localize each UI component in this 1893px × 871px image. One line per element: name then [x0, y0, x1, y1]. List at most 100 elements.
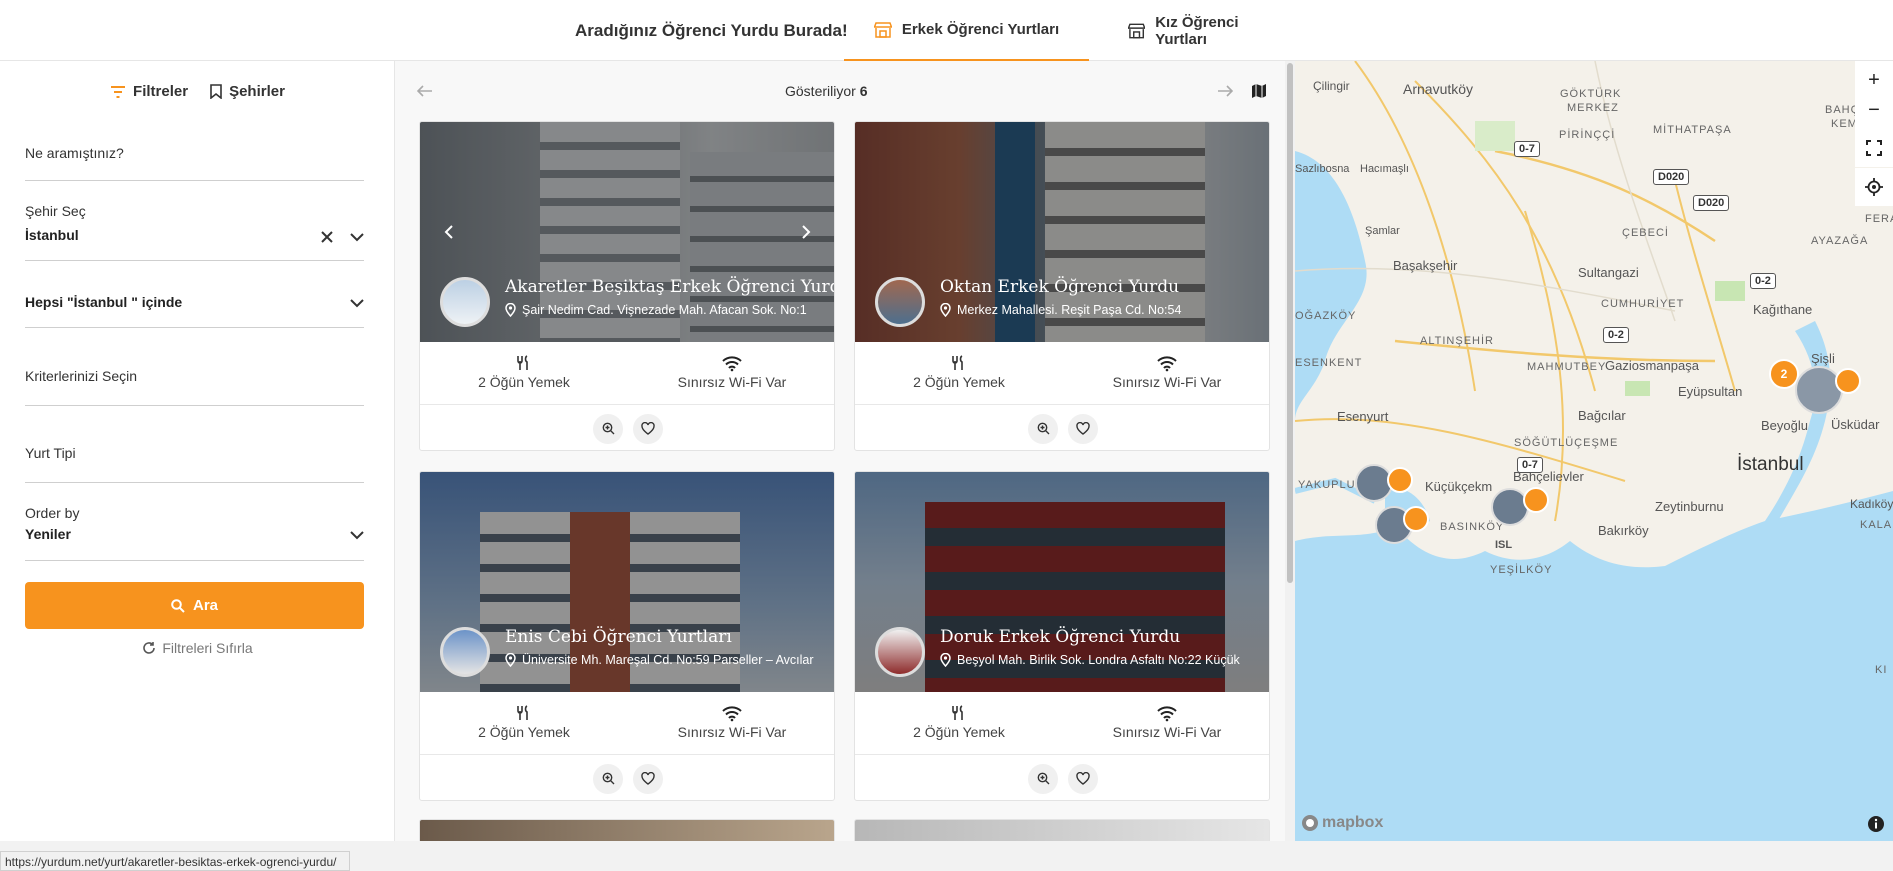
meal-feature-label: 2 Öğün Yemek [478, 374, 570, 390]
sidebar-tab-cities[interactable]: Şehirler [210, 83, 285, 100]
map-label: ESENKENT [1295, 357, 1363, 369]
utensils-icon [517, 705, 528, 720]
listing-panel: Gösteriliyor 6 Akaretler Beşiktaş Erkek … [395, 61, 1295, 841]
district-select[interactable]: Hepsi "İstanbul " içinde [25, 281, 364, 328]
zoom-button[interactable] [593, 413, 623, 444]
map-panel[interactable]: Çilingir Arnavutköy GÖKTÜRK MERKEZ BAHÇE… [1295, 61, 1893, 841]
map-label: İstanbul [1737, 454, 1804, 475]
reset-filters-link[interactable]: Filtreleri Sıfırla [0, 640, 395, 656]
wifi-feature-label: Sınırsız Wi-Fi Var [677, 374, 787, 390]
chevron-down-icon[interactable] [350, 232, 364, 242]
location-pin-icon [940, 653, 951, 667]
wifi-feature-label: Sınırsız Wi-Fi Var [1112, 374, 1222, 390]
dorm-card[interactable]: Akaretler Beşiktaş Erkek Öğrenci Yurdu Ş… [419, 121, 835, 451]
chevron-right-icon[interactable] [795, 222, 815, 242]
fullscreen-button[interactable] [1855, 129, 1893, 167]
zoom-button[interactable] [1028, 413, 1058, 444]
dorm-card[interactable]: Oktan Erkek Öğrenci Yurdu Merkez Mahalle… [854, 121, 1270, 451]
listing-scrollbar[interactable] [1285, 61, 1295, 841]
dorm-type-select[interactable]: Yurt Tipi [25, 421, 364, 483]
store-icon [1128, 23, 1146, 38]
meal-feature-label: 2 Öğün Yemek [913, 374, 1005, 390]
sidebar-tab-filters[interactable]: Filtreler [110, 83, 188, 100]
arrow-right-icon[interactable] [1217, 85, 1233, 97]
meal-feature: 2 Öğün Yemek [855, 702, 1063, 740]
map-label: FERAH [1865, 213, 1893, 225]
map-icon[interactable] [1251, 83, 1267, 99]
chevron-down-icon[interactable] [350, 530, 364, 540]
bookmark-pin-icon[interactable] [1403, 506, 1429, 532]
fullscreen-icon [1866, 140, 1882, 156]
heart-icon [641, 772, 655, 785]
chevron-left-icon[interactable] [440, 222, 460, 242]
zoom-button[interactable] [593, 763, 623, 794]
map-label: Şamlar [1365, 225, 1400, 237]
dorm-title[interactable]: Oktan Erkek Öğrenci Yurdu [940, 277, 1179, 297]
search-button[interactable]: Ara [25, 582, 364, 629]
sidebar-tab-cities-label: Şehirler [229, 83, 285, 100]
dorm-photo[interactable]: Oktan Erkek Öğrenci Yurdu Merkez Mahalle… [855, 122, 1269, 342]
listing-pager: Gösteriliyor 6 [395, 61, 1295, 121]
search-input[interactable]: Ne aramıştınız? [25, 131, 364, 181]
arrow-left-icon[interactable] [417, 85, 433, 97]
filter-icon [111, 85, 126, 98]
bookmark-pin-icon[interactable] [1835, 368, 1861, 394]
bookmark-pin-icon[interactable] [1523, 487, 1549, 513]
bookmark-pin-icon[interactable] [1387, 467, 1413, 493]
map-label: Zeytinburnu [1655, 499, 1724, 514]
map-label: CUMHURİYET [1601, 298, 1685, 310]
dorm-card[interactable]: Enis Cebi Öğrenci Yurtları Üniversite Mh… [419, 471, 835, 801]
geolocate-button[interactable] [1855, 168, 1893, 206]
tab-female-dorms[interactable]: Kız Öğrenci Yurtları [1128, 0, 1288, 61]
mapbox-logo-text: mapbox [1322, 814, 1384, 831]
dorm-card[interactable] [419, 819, 835, 841]
dorm-address: Üniversite Mh. Mareşal Cd. No:59 Parsell… [505, 653, 827, 667]
heart-icon [1076, 422, 1090, 435]
zoom-button[interactable] [1028, 763, 1058, 794]
info-icon[interactable] [1867, 815, 1885, 833]
dorm-card[interactable] [854, 819, 1270, 841]
favorite-button[interactable] [1068, 763, 1098, 794]
refresh-icon [143, 642, 156, 654]
showing-count: Gösteriliyor 6 [785, 83, 867, 99]
dorm-address-text: Üniversite Mh. Mareşal Cd. No:59 Parsell… [522, 653, 814, 667]
map-label: GÖKTÜRK [1560, 88, 1622, 100]
map-label: ISL [1495, 539, 1513, 551]
top-navigation: Aradığınız Öğrenci Yurdu Burada! Erkek Ö… [0, 0, 1893, 61]
zoom-out-button[interactable]: − [1855, 91, 1893, 129]
map-dorm-marker[interactable] [1795, 366, 1843, 414]
map-label: Eyüpsultan [1678, 384, 1743, 399]
clear-icon[interactable] [320, 230, 334, 244]
status-bar-url: https://yurdum.net/yurt/akaretler-besikt… [0, 851, 350, 871]
chevron-down-icon[interactable] [350, 298, 364, 308]
favorite-button[interactable] [1068, 413, 1098, 444]
map-label: PİRİNÇÇİ [1559, 129, 1616, 141]
map-label: OĞAZKÖY [1295, 310, 1357, 322]
dorm-photo[interactable]: Akaretler Beşiktaş Erkek Öğrenci Yurdu Ş… [420, 122, 834, 342]
map-label: Üsküdar [1831, 417, 1880, 432]
dorm-title[interactable]: Doruk Erkek Öğrenci Yurdu [940, 627, 1180, 647]
map-label: Sazlıbosna [1295, 163, 1350, 175]
dorm-title[interactable]: Akaretler Beşiktaş Erkek Öğrenci Yurdu [505, 277, 834, 297]
favorite-button[interactable] [633, 413, 663, 444]
dorm-card[interactable]: Doruk Erkek Öğrenci Yurdu Beşyol Mah. Bi… [854, 471, 1270, 801]
search-button-label: Ara [192, 597, 218, 614]
card-actions [420, 404, 834, 450]
scrollbar-thumb[interactable] [1287, 63, 1293, 583]
tab-male-dorms[interactable]: Erkek Öğrenci Yurtları [844, 0, 1089, 61]
dorm-photo[interactable]: Doruk Erkek Öğrenci Yurdu Beşyol Mah. Bi… [855, 472, 1269, 692]
city-select[interactable]: Şehir Seç İstanbul [25, 201, 364, 261]
dorm-photo[interactable]: Enis Cebi Öğrenci Yurtları Üniversite Mh… [420, 472, 834, 692]
store-icon [873, 21, 892, 38]
favorite-button[interactable] [633, 763, 663, 794]
mapbox-logo[interactable]: mapbox [1301, 814, 1383, 832]
map-canvas[interactable] [1295, 61, 1893, 841]
map-label: Esenyurt [1337, 409, 1389, 424]
order-by-select[interactable]: Order by Yeniler [25, 501, 364, 561]
site-tagline: Aradığınız Öğrenci Yurdu Burada! [575, 21, 848, 40]
criteria-select[interactable]: Kriterlerinizi Seçin [25, 346, 364, 406]
dorm-title[interactable]: Enis Cebi Öğrenci Yurtları [505, 627, 732, 647]
dorm-address-text: Merkez Mahallesi. Reşit Paşa Cd. No:54 [957, 303, 1182, 317]
district-select-value: Hepsi "İstanbul " içinde [25, 294, 183, 310]
map-label: Çilingir [1313, 79, 1350, 93]
